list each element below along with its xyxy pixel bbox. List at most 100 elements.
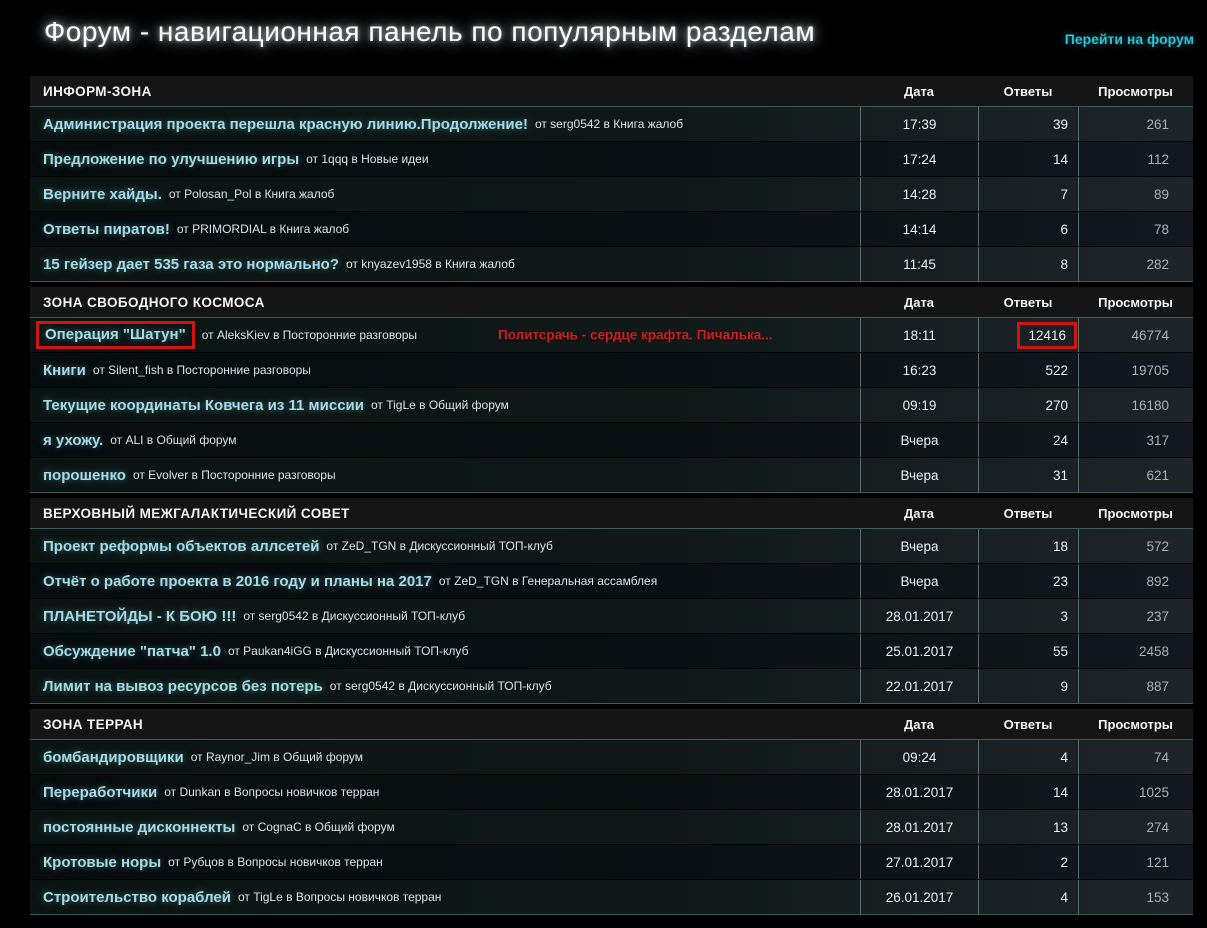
- topic-title-link[interactable]: Ответы пиратов!: [43, 221, 170, 238]
- topic-row[interactable]: Кротовые норы от Рубцов в Вопросы новичк…: [30, 844, 1193, 879]
- forum-section: ЗОНА ТЕРРАН Дата Ответы Просмотры бомбан…: [30, 709, 1193, 915]
- topic-title-cell: я ухожу. от ALI в Общий форум: [30, 423, 860, 457]
- topic-title-cell: Отчёт о работе проекта в 2016 году и пла…: [30, 564, 860, 598]
- topic-row[interactable]: Книги от Silent_fish в Посторонние разго…: [30, 352, 1193, 387]
- topic-replies-cell: 39: [978, 107, 1078, 141]
- topic-title-link[interactable]: ПЛАНЕТОЙДЫ - К БОЮ !!!: [43, 608, 236, 625]
- topic-row[interactable]: Верните хайды. от Polosan_Pol в Книга жа…: [30, 176, 1193, 211]
- topic-replies-cell: 2: [978, 845, 1078, 879]
- topic-replies-cell: 14: [978, 775, 1078, 809]
- topic-date: Вчера: [860, 564, 978, 598]
- topic-title-cell: Текущие координаты Ковчега из 11 миссии …: [30, 388, 860, 422]
- topic-replies-cell: 7: [978, 177, 1078, 211]
- topic-meta: от Paukan4iGG в Дискуссионный ТОП-клуб: [228, 644, 469, 658]
- topic-row[interactable]: Проект реформы объектов аллсетей от ZeD_…: [30, 529, 1193, 563]
- section-header: ЗОНА СВОБОДНОГО КОСМОСА Дата Ответы Прос…: [30, 287, 1193, 317]
- topic-replies-cell: 31: [978, 458, 1078, 492]
- column-header-views: Просмотры: [1078, 84, 1193, 99]
- forum-section: ВЕРХОВНЫЙ МЕЖГАЛАКТИЧЕСКИЙ СОВЕТ Дата От…: [30, 498, 1193, 704]
- topic-date: 25.01.2017: [860, 634, 978, 668]
- topic-row[interactable]: Предложение по улучшению игры от 1qqq в …: [30, 141, 1193, 176]
- topic-title-link[interactable]: Кротовые норы: [43, 854, 161, 871]
- topic-row[interactable]: Лимит на вывоз ресурсов без потерь от se…: [30, 668, 1193, 703]
- topic-row[interactable]: 15 гейзер дает 535 газа это нормально? о…: [30, 246, 1193, 281]
- topic-title-link[interactable]: постоянные дисконнекты: [43, 819, 235, 836]
- topic-title-cell: Кротовые норы от Рубцов в Вопросы новичк…: [30, 845, 860, 879]
- section-header: ВЕРХОВНЫЙ МЕЖГАЛАКТИЧЕСКИЙ СОВЕТ Дата От…: [30, 498, 1193, 528]
- topic-row[interactable]: Ответы пиратов! от PRIMORDIAL в Книга жа…: [30, 211, 1193, 246]
- topic-views: 89: [1078, 177, 1193, 211]
- topic-title-link[interactable]: Операция "Шатун": [36, 321, 195, 349]
- topic-row[interactable]: Отчёт о работе проекта в 2016 году и пла…: [30, 563, 1193, 598]
- topic-meta: от Raynor_Jim в Общий форум: [191, 750, 363, 764]
- topic-meta: от Рубцов в Вопросы новичков терран: [168, 855, 383, 869]
- topic-title-cell: Предложение по улучшению игры от 1qqq в …: [30, 142, 860, 176]
- column-header-replies: Ответы: [978, 717, 1078, 732]
- topic-title-link[interactable]: порошенко: [43, 467, 126, 484]
- page-header: Форум - навигационная панель по популярн…: [0, 0, 1207, 76]
- topic-row[interactable]: Операция "Шатун" от AleksKiev в Посторон…: [30, 318, 1193, 352]
- topic-replies-cell: 522: [978, 353, 1078, 387]
- topic-replies-cell: 6: [978, 212, 1078, 246]
- topic-title-link[interactable]: Книги: [43, 362, 86, 379]
- topic-row[interactable]: ПЛАНЕТОЙДЫ - К БОЮ !!! от serg0542 в Дис…: [30, 598, 1193, 633]
- topic-date: 17:39: [860, 107, 978, 141]
- topic-date: 09:19: [860, 388, 978, 422]
- column-header-date: Дата: [860, 717, 978, 732]
- topic-title-link[interactable]: я ухожу.: [43, 432, 103, 449]
- topic-replies: 4: [1060, 750, 1068, 765]
- topic-title-cell: Ответы пиратов! от PRIMORDIAL в Книга жа…: [30, 212, 860, 246]
- topic-row[interactable]: постоянные дисконнекты от CognaC в Общий…: [30, 809, 1193, 844]
- topic-views: 46774: [1078, 318, 1193, 352]
- topic-meta: от Evolver в Посторонние разговоры: [133, 468, 336, 482]
- topic-title-cell: ПЛАНЕТОЙДЫ - К БОЮ !!! от serg0542 в Дис…: [30, 599, 860, 633]
- topic-title-cell: постоянные дисконнекты от CognaC в Общий…: [30, 810, 860, 844]
- go-to-forum-link[interactable]: Перейти на форум: [1065, 31, 1194, 47]
- topic-title-link[interactable]: Отчёт о работе проекта в 2016 году и пла…: [43, 573, 432, 590]
- topic-replies: 270: [1045, 398, 1068, 413]
- section-title: ВЕРХОВНЫЙ МЕЖГАЛАКТИЧЕСКИЙ СОВЕТ: [30, 506, 860, 521]
- topic-row[interactable]: я ухожу. от ALI в Общий форум Вчера 24 3…: [30, 422, 1193, 457]
- topic-title-link[interactable]: Предложение по улучшению игры: [43, 151, 299, 168]
- topic-title-link[interactable]: Строительство кораблей: [43, 889, 231, 906]
- topic-title-link[interactable]: Переработчики: [43, 784, 157, 801]
- topic-row[interactable]: бомбандировщики от Raynor_Jim в Общий фо…: [30, 740, 1193, 774]
- topic-title-link[interactable]: Лимит на вывоз ресурсов без потерь: [43, 678, 323, 695]
- forum-panel-page: Форум - навигационная панель по популярн…: [0, 0, 1207, 915]
- topic-title-link[interactable]: Администрация проекта перешла красную ли…: [43, 116, 528, 133]
- topic-row[interactable]: Текущие координаты Ковчега из 11 миссии …: [30, 387, 1193, 422]
- topic-row[interactable]: Переработчики от Dunkan в Вопросы новичк…: [30, 774, 1193, 809]
- topic-row[interactable]: Обсуждение "патча" 1.0 от Paukan4iGG в Д…: [30, 633, 1193, 668]
- topic-title-cell: Проект реформы объектов аллсетей от ZeD_…: [30, 529, 860, 563]
- topic-title-cell: Переработчики от Dunkan в Вопросы новичк…: [30, 775, 860, 809]
- topic-title-cell: бомбандировщики от Raynor_Jim в Общий фо…: [30, 740, 860, 774]
- section-rows: Проект реформы объектов аллсетей от ZeD_…: [30, 528, 1193, 704]
- section-header: ИНФОРМ-ЗОНА Дата Ответы Просмотры: [30, 76, 1193, 106]
- column-header-views: Просмотры: [1078, 506, 1193, 521]
- topic-date: 28.01.2017: [860, 599, 978, 633]
- topic-views: 74: [1078, 740, 1193, 774]
- topic-row[interactable]: Администрация проекта перешла красную ли…: [30, 107, 1193, 141]
- column-header-replies: Ответы: [978, 506, 1078, 521]
- topic-views: 261: [1078, 107, 1193, 141]
- topic-title-link[interactable]: 15 гейзер дает 535 газа это нормально?: [43, 256, 339, 273]
- topic-title-link[interactable]: Проект реформы объектов аллсетей: [43, 538, 319, 555]
- topic-title-cell: Администрация проекта перешла красную ли…: [30, 107, 860, 141]
- topic-date: 09:24: [860, 740, 978, 774]
- topic-title-link[interactable]: Обсуждение "патча" 1.0: [43, 643, 221, 660]
- topic-title-link[interactable]: Верните хайды.: [43, 186, 162, 203]
- column-header-replies: Ответы: [978, 295, 1078, 310]
- topic-row[interactable]: Строительство кораблей от TigLe в Вопрос…: [30, 879, 1193, 914]
- topic-replies: 14: [1053, 152, 1068, 167]
- topic-meta: от Dunkan в Вопросы новичков терран: [164, 785, 379, 799]
- topic-replies-cell: 8: [978, 247, 1078, 281]
- section-title: ИНФОРМ-ЗОНА: [30, 84, 860, 99]
- topic-replies-cell: 13: [978, 810, 1078, 844]
- topic-views: 16180: [1078, 388, 1193, 422]
- topic-title-link[interactable]: бомбандировщики: [43, 749, 184, 766]
- topic-views: 887: [1078, 669, 1193, 703]
- topic-views: 237: [1078, 599, 1193, 633]
- topic-row[interactable]: порошенко от Evolver в Посторонние разго…: [30, 457, 1193, 492]
- topic-title-cell: Верните хайды. от Polosan_Pol в Книга жа…: [30, 177, 860, 211]
- topic-title-link[interactable]: Текущие координаты Ковчега из 11 миссии: [43, 397, 364, 414]
